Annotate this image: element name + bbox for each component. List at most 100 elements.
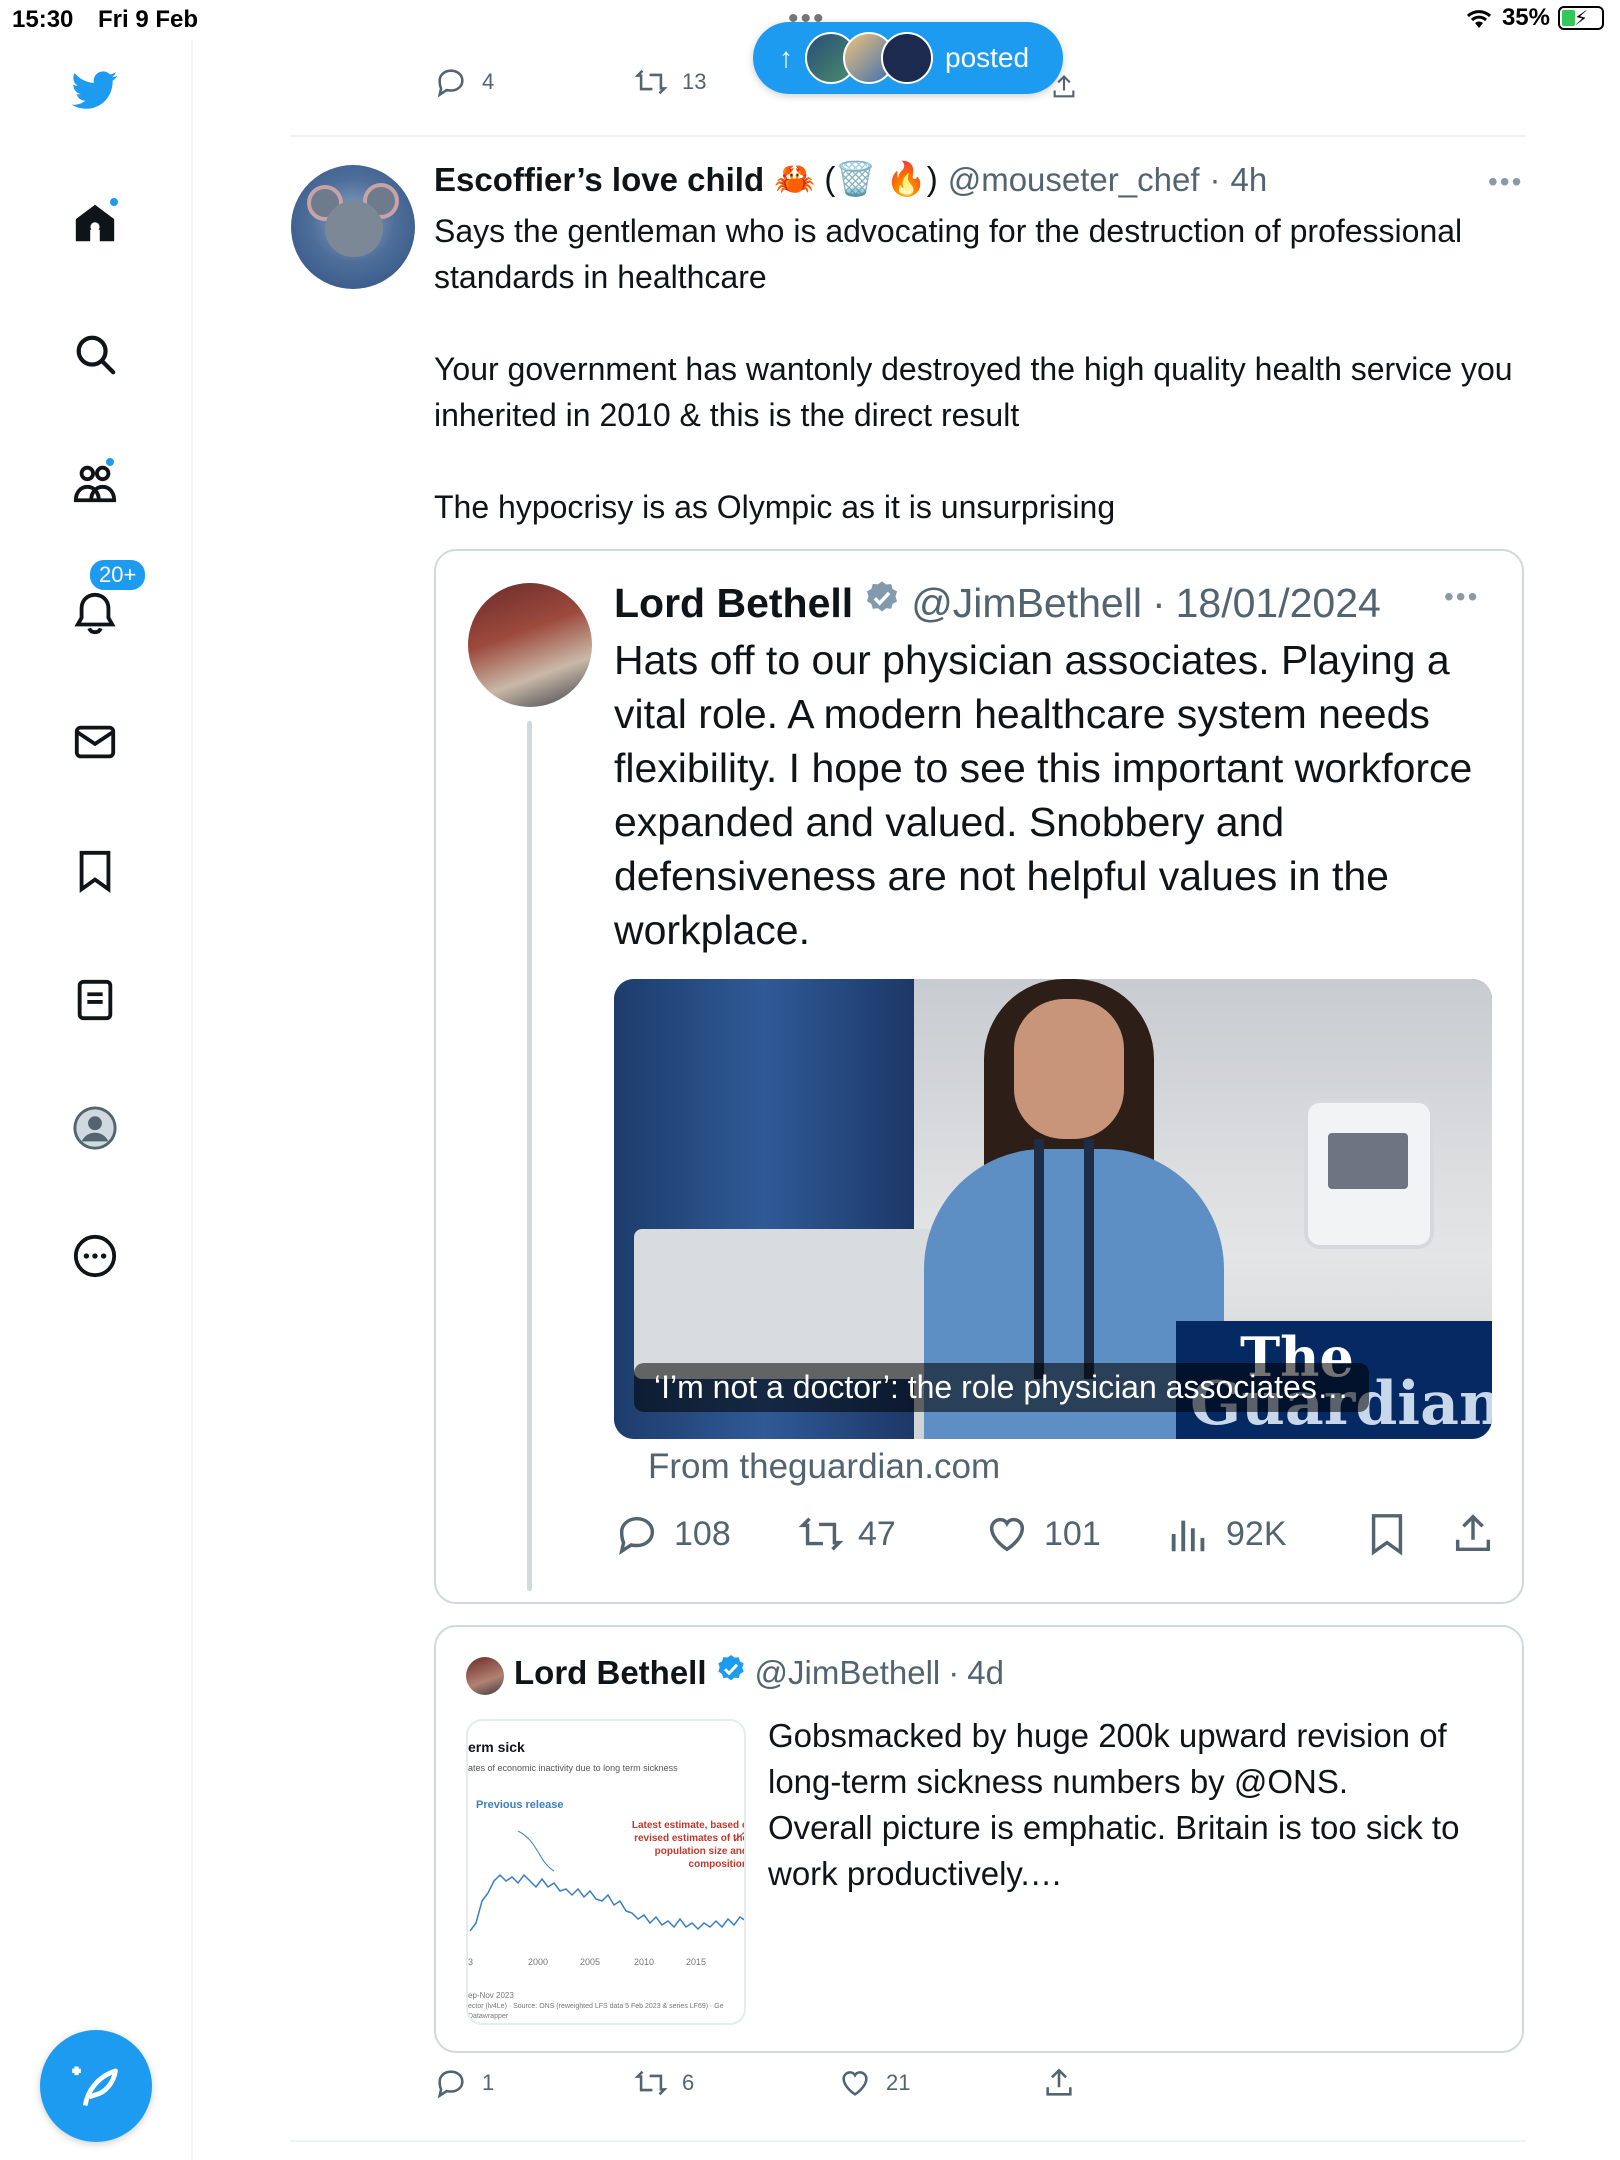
reply-icon xyxy=(619,1516,655,1556)
status-date: Fri 9 Feb xyxy=(98,6,199,33)
quoted-date[interactable]: 18/01/2024 xyxy=(1176,580,1381,627)
prev-retweet-action[interactable]: 13 xyxy=(634,65,706,99)
heart-icon xyxy=(842,2071,868,2096)
quoted-tweet-card[interactable]: Lord Bethell @JimBethell · 18/01/2024 ••… xyxy=(434,549,1524,1604)
quoted-actions-bar: 108 47 101 92K xyxy=(614,1511,1494,1571)
home-notification-dot xyxy=(108,196,120,208)
tweet-time[interactable]: 4h xyxy=(1231,161,1268,199)
tweet-divider-bottom xyxy=(290,2140,1526,2142)
nested-time[interactable]: 4d xyxy=(967,1654,1004,1692)
quoted-like-action[interactable]: 101 xyxy=(984,1511,1101,1557)
retweet-icon xyxy=(798,1517,844,1551)
reply-icon xyxy=(437,69,464,98)
bookmark-icon xyxy=(79,850,111,893)
retweet-icon xyxy=(634,2070,668,2096)
thread-line xyxy=(527,721,532,1591)
twitter-logo-icon[interactable] xyxy=(70,65,120,115)
notifications-badge: 20+ xyxy=(88,558,148,592)
nested-chart-thumbnail[interactable]: erm sick ates of economic inactivity due… xyxy=(466,1719,746,2025)
retweet-action[interactable]: 6 xyxy=(634,2066,694,2100)
quoted-text: Hats off to our physician associates. Pl… xyxy=(614,637,1473,953)
thumb-footer-credit: Datawrapper xyxy=(468,2013,509,2020)
nested-author-avatar[interactable] xyxy=(466,1657,504,1695)
author-avatar[interactable] xyxy=(291,165,415,289)
quoted-reply-action[interactable]: 108 xyxy=(614,1511,731,1557)
quoted-author-avatar[interactable] xyxy=(468,583,592,707)
quoted-bookmark-action[interactable] xyxy=(1364,1511,1410,1557)
sidebar-item-notifications[interactable] xyxy=(70,588,120,638)
thumb-subtitle: ates of economic inactivity due to long … xyxy=(468,1763,678,1773)
sidebar-item-messages[interactable] xyxy=(70,717,120,767)
tweet-actions-bar: 1 6 21 xyxy=(434,2066,1134,2116)
quoted-author-name[interactable]: Lord Bethell xyxy=(614,580,853,627)
tweet-divider-top xyxy=(290,135,1526,137)
retweet-count: 6 xyxy=(682,2070,695,2095)
compose-tweet-button[interactable] xyxy=(40,2030,152,2142)
quoted-separator: · xyxy=(1151,579,1166,626)
retweet-icon xyxy=(634,69,668,95)
quoted-share-action[interactable] xyxy=(1450,1511,1496,1557)
sidebar-item-home[interactable] xyxy=(70,196,120,248)
nested-header: Lord Bethell @JimBethell · 4d xyxy=(514,1653,1004,1693)
prev-reply-count: 4 xyxy=(482,69,495,94)
verified-badge-icon xyxy=(715,1653,747,1693)
thumb-footer-date: ep-Nov 2023 xyxy=(468,1991,514,2000)
header-separator: · xyxy=(1209,160,1221,198)
new-posts-pill[interactable]: ↑ posted xyxy=(753,22,1063,94)
more-circle-icon xyxy=(73,1234,117,1278)
status-right: 35% ⚡ xyxy=(1464,4,1604,32)
sidebar-nav: 20+ xyxy=(0,40,193,2160)
sidebar-item-communities[interactable] xyxy=(70,456,120,508)
thumb-footer-source: ector (lv4Le) · Source: ONS (reweighted … xyxy=(468,2003,724,2010)
link-card-title: ‘I’m not a doctor’: the role physician a… xyxy=(634,1363,1369,1412)
posted-label: posted xyxy=(945,42,1030,73)
pill-avatars xyxy=(805,32,933,84)
verified-badge-icon xyxy=(863,579,901,627)
bookmark-icon xyxy=(1371,1514,1403,1556)
battery-percent: 35% xyxy=(1501,4,1550,31)
nested-author-name[interactable]: Lord Bethell xyxy=(514,1654,707,1692)
nested-quote-card[interactable]: Lord Bethell @JimBethell · 4d erm sick a… xyxy=(434,1625,1524,2053)
nested-separator: · xyxy=(948,1654,960,1691)
reply-action[interactable]: 1 xyxy=(434,2066,494,2100)
prev-retweet-count: 13 xyxy=(682,69,707,94)
pill-avatar-3 xyxy=(881,32,933,84)
wifi-icon xyxy=(1466,10,1491,28)
thumb-title: erm sick xyxy=(468,1739,525,1755)
sidebar-item-bookmarks[interactable] xyxy=(70,846,120,896)
quoted-like-count: 101 xyxy=(1044,1514,1101,1553)
thumb-line-chart xyxy=(469,1831,744,1932)
sidebar-item-more[interactable] xyxy=(70,1231,120,1281)
envelope-icon xyxy=(74,725,116,759)
quoted-reply-count: 108 xyxy=(674,1514,731,1553)
prev-reply-action[interactable]: 4 xyxy=(434,65,494,99)
quoted-header: Lord Bethell @JimBethell · 18/01/2024 xyxy=(614,579,1381,627)
author-handle[interactable]: @mouseter_chef xyxy=(948,161,1200,199)
like-action[interactable]: 21 xyxy=(838,2066,910,2100)
bell-icon xyxy=(74,592,116,635)
tweet-more-icon[interactable]: ••• xyxy=(1488,166,1523,198)
link-card-image[interactable]: The Guardian ‘I’m not a doctor’: the rol… xyxy=(614,979,1492,1439)
nested-text: Gobsmacked by huge 200k upward revision … xyxy=(768,1717,1460,1892)
quoted-retweet-action[interactable]: 47 xyxy=(798,1511,896,1557)
share-icon xyxy=(1046,2068,1072,2096)
thumb-previous-label: Previous release xyxy=(476,1799,564,1811)
quoted-author-handle[interactable]: @JimBethell xyxy=(911,580,1142,627)
sidebar-item-lists[interactable] xyxy=(70,975,120,1025)
communities-notification-dot xyxy=(104,456,116,468)
compose-feather-icon xyxy=(72,2066,118,2106)
search-icon xyxy=(76,335,116,375)
share-action[interactable] xyxy=(1042,2066,1076,2100)
reply-count: 1 xyxy=(482,2070,495,2095)
sidebar-item-search[interactable] xyxy=(70,329,120,379)
like-count: 21 xyxy=(886,2070,911,2095)
reply-icon xyxy=(437,2070,464,2099)
link-card-source[interactable]: From theguardian.com xyxy=(648,1447,1000,1487)
quoted-views-action[interactable]: 92K xyxy=(1166,1511,1287,1557)
quoted-more-icon[interactable]: ••• xyxy=(1444,581,1479,613)
sidebar-item-profile[interactable] xyxy=(70,1103,120,1153)
author-name[interactable]: Escoffier’s love child xyxy=(434,161,764,199)
views-icon xyxy=(1171,1520,1205,1552)
nested-author-handle[interactable]: @JimBethell xyxy=(755,1654,941,1692)
quoted-retweet-count: 47 xyxy=(858,1514,896,1553)
